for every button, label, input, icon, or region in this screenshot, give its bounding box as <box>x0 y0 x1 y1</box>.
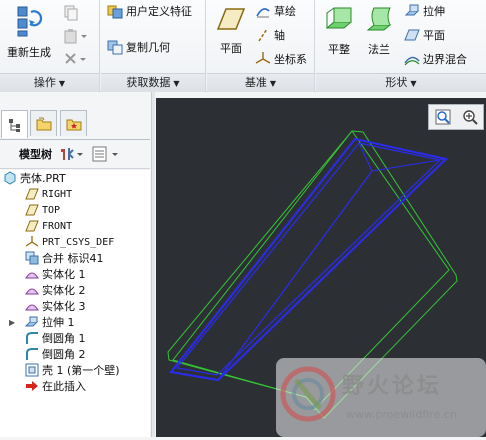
extrude-icon <box>25 316 39 327</box>
extrude-button[interactable]: 拉伸 <box>404 3 445 19</box>
watermark-title: 野火论坛 <box>342 374 443 399</box>
copy-geometry-button[interactable]: 复制几何 <box>107 39 170 55</box>
sketch-icon <box>256 8 270 18</box>
copy-button[interactable] <box>63 5 79 21</box>
tree-item-shell[interactable]: 壳 1 (第一个壁) <box>25 362 120 378</box>
sketch-button[interactable]: 草绘 <box>255 3 296 19</box>
regenerate-label: 重新生成 <box>7 46 51 59</box>
tree-item-csys[interactable]: PRT_CSYS_DEF <box>25 234 114 250</box>
csys-icon <box>25 236 39 247</box>
flange-wall-icon <box>366 7 392 31</box>
group-label-datum[interactable]: 基准 ▼ <box>207 73 314 92</box>
tree-item-right[interactable]: RIGHT <box>25 186 72 202</box>
expand-arrow-icon[interactable]: ▶ <box>9 318 25 327</box>
favorites-icon <box>66 119 81 130</box>
datum-plane-label: 平面 <box>220 42 242 55</box>
group-datum: 平面 草绘 轴 坐标系 基准 ▼ <box>207 0 315 92</box>
refit-icon <box>435 109 450 125</box>
datum-plane-button[interactable]: 平面 <box>211 6 251 56</box>
tree-item-top[interactable]: TOP <box>25 202 60 218</box>
zoom-in-icon <box>462 110 478 125</box>
model-tree-tab-icon <box>8 118 20 132</box>
model-rim-inner <box>175 142 442 376</box>
ribbon: 重新生成 操作 ▼ 用户定义特征 复制几何 获取数据 ▼ 平面 草绘 轴 坐标系… <box>0 0 486 92</box>
round-icon <box>26 332 38 344</box>
panel-splitter[interactable] <box>151 92 155 437</box>
datum-plane-icon <box>25 188 39 200</box>
tree-item-extrude[interactable]: ▶ 拉伸 1 <box>9 314 75 330</box>
tree-item-insert-here[interactable]: 在此插入 <box>25 378 86 394</box>
tree-item-solidify-1[interactable]: 实体化 1 <box>25 266 86 282</box>
shell-icon <box>25 363 39 377</box>
group-operations: 重新生成 操作 ▼ <box>0 0 100 92</box>
shape-plane-button[interactable]: 平面 <box>404 27 445 43</box>
tree-item-round-1[interactable]: 倒圆角 1 <box>25 330 86 346</box>
model-tree-header: 模型树 <box>0 139 150 169</box>
delete-icon <box>65 53 86 64</box>
show-menu-button[interactable] <box>90 145 120 163</box>
folder-icon <box>36 117 51 130</box>
extrude-icon <box>404 4 420 16</box>
group-shapes: 平整 法兰 拉伸 平面 边界混合 形状 ▼ <box>316 0 486 92</box>
tree-item-round-2[interactable]: 倒圆角 2 <box>25 346 86 362</box>
datum-plane-icon <box>25 220 39 232</box>
tree-item-root[interactable]: 壳体.PRT <box>3 170 66 186</box>
boundary-blend-icon <box>404 56 420 66</box>
paste-button[interactable] <box>63 28 87 44</box>
watermark: 野火论坛 www.proewildfire.cn <box>276 358 486 437</box>
insert-arrow-icon <box>26 381 38 391</box>
tree-item-solidify-3[interactable]: 实体化 3 <box>25 298 86 314</box>
tab-model-tree[interactable] <box>1 110 28 138</box>
boundary-blend-button[interactable]: 边界混合 <box>404 51 467 67</box>
regenerate-button[interactable]: 重新生成 <box>4 4 54 60</box>
solidify-icon <box>25 288 39 295</box>
tree-settings-button[interactable] <box>58 145 84 163</box>
round-icon <box>26 348 38 360</box>
solidify-icon <box>25 304 39 311</box>
flat-wall-button[interactable]: 平整 <box>320 4 358 57</box>
show-list-icon <box>92 146 118 162</box>
shape-plane-icon <box>404 29 420 41</box>
model-floor-edge-1 <box>217 170 373 381</box>
solidify-icon <box>25 272 39 279</box>
tree-item-solidify-2[interactable]: 实体化 2 <box>25 282 86 298</box>
merge-icon <box>25 251 39 265</box>
flat-wall-icon <box>325 7 353 29</box>
flange-wall-label: 法兰 <box>368 43 390 56</box>
tree-item-front[interactable]: FRONT <box>25 218 72 234</box>
part-icon <box>4 171 16 185</box>
watermark-url: www.proewildfire.cn <box>346 408 457 421</box>
udf-button[interactable]: 用户定义特征 <box>107 3 192 19</box>
group-label-operations[interactable]: 操作 ▼ <box>0 73 99 92</box>
copy-icon <box>64 5 78 21</box>
axis-icon <box>258 28 268 42</box>
tab-favorites[interactable] <box>60 110 87 136</box>
tree-settings-icon <box>61 148 83 160</box>
axis-button[interactable]: 轴 <box>255 27 285 43</box>
model-tree: 壳体.PRT RIGHT TOP FRONT PRT_CSYS_DEF 合并 标… <box>0 170 150 437</box>
csys-button[interactable]: 坐标系 <box>255 51 307 67</box>
refit-button[interactable] <box>434 108 452 126</box>
udf-icon <box>107 5 123 19</box>
model-rim-outer <box>169 137 449 382</box>
delete-button[interactable] <box>63 51 87 67</box>
group-get-data: 用户定义特征 复制几何 获取数据 ▼ <box>101 0 206 92</box>
group-label-get-data[interactable]: 获取数据 ▼ <box>101 73 205 92</box>
regenerate-icon <box>17 6 43 37</box>
datum-plane-icon <box>216 8 246 30</box>
datum-plane-icon <box>25 204 39 216</box>
tree-item-merge[interactable]: 合并 标识41 <box>25 250 104 266</box>
model-tree-title: 模型树 <box>19 148 52 161</box>
tab-folder-browser[interactable] <box>30 110 57 136</box>
zoom-in-button[interactable] <box>461 108 479 126</box>
paste-icon <box>64 29 87 44</box>
flat-wall-label: 平整 <box>328 43 350 56</box>
group-label-shapes[interactable]: 形状 ▼ <box>316 73 486 92</box>
copy-geometry-icon <box>107 40 123 55</box>
flange-wall-button[interactable]: 法兰 <box>360 4 398 57</box>
view-toolbar <box>428 104 484 130</box>
csys-icon <box>255 52 271 64</box>
navigator-tabs <box>0 110 150 140</box>
